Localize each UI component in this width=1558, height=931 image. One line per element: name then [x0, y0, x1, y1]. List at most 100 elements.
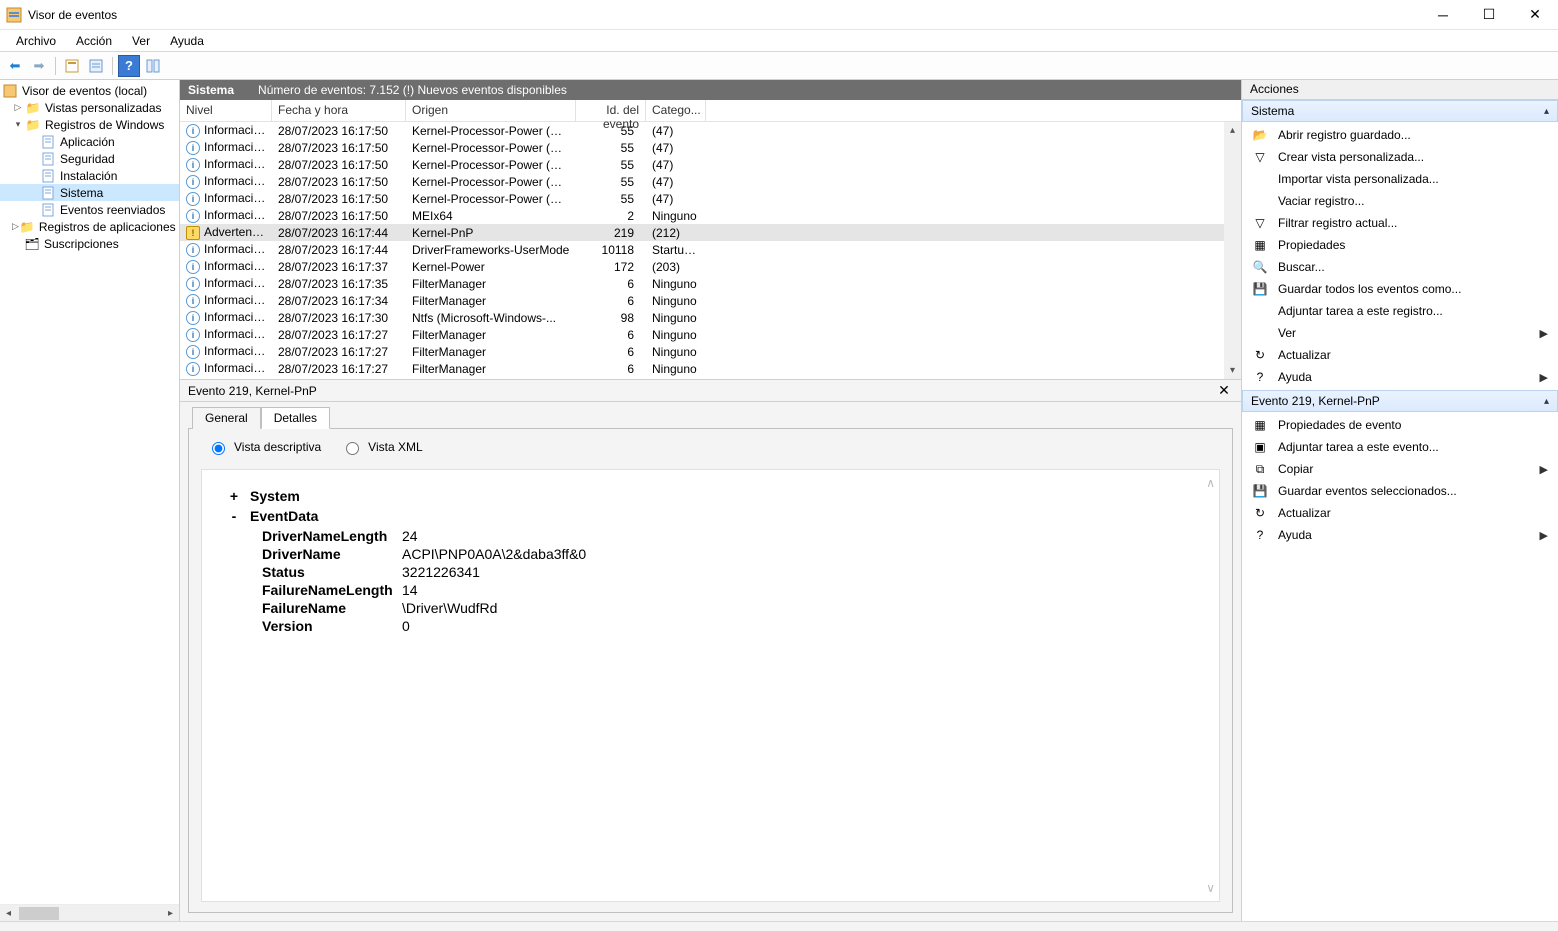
collapse-icon[interactable]: ▾ — [12, 119, 24, 131]
grid-body[interactable]: iInformación28/07/2023 16:17:50Kernel-Pr… — [180, 122, 1241, 377]
action-icon — [1252, 303, 1268, 319]
tree-hscrollbar[interactable]: ◂ ▸ — [0, 904, 179, 921]
tree-regwin[interactable]: ▾ 📁 Registros de Windows — [0, 116, 179, 133]
event-row[interactable]: iInformación28/07/2023 16:17:50Kernel-Pr… — [180, 190, 1241, 207]
nav-tree[interactable]: Visor de eventos (local) ▷ 📁 Vistas pers… — [0, 80, 179, 904]
action-item[interactable]: Vaciar registro... — [1242, 190, 1558, 212]
details-content[interactable]: + System - EventData DriverNameLength24D… — [201, 469, 1220, 902]
details-header: Evento 219, Kernel-PnP ✕ — [180, 380, 1241, 402]
actions-section-event[interactable]: Evento 219, Kernel-PnP ▴ — [1242, 390, 1558, 412]
back-button[interactable]: ⬅ — [4, 55, 26, 77]
tree-aplicacion[interactable]: Aplicación — [0, 133, 179, 150]
scroll-down-icon[interactable]: ▾ — [1224, 362, 1241, 379]
actions-section-sistema[interactable]: Sistema ▴ — [1242, 100, 1558, 122]
action-label: Guardar todos los eventos como... — [1278, 282, 1461, 296]
properties-button[interactable] — [85, 55, 107, 77]
event-row[interactable]: iInformación28/07/2023 16:17:50Kernel-Pr… — [180, 139, 1241, 156]
info-icon: i — [186, 209, 200, 223]
show-tree-button[interactable] — [61, 55, 83, 77]
action-item[interactable]: 💾 Guardar todos los eventos como... — [1242, 278, 1558, 300]
event-grid[interactable]: Nivel Fecha y hora Origen Id. del evento… — [180, 100, 1241, 380]
event-row[interactable]: iInformación28/07/2023 16:17:44DriverFra… — [180, 241, 1241, 258]
menu-archivo[interactable]: Archivo — [8, 32, 64, 50]
event-row[interactable]: iInformación28/07/2023 16:17:50Kernel-Pr… — [180, 173, 1241, 190]
menu-ver[interactable]: Ver — [124, 32, 158, 50]
event-row[interactable]: iInformación28/07/2023 16:17:27FilterMan… — [180, 360, 1241, 377]
menu-accion[interactable]: Acción — [68, 32, 120, 50]
action-item[interactable]: ▣Adjuntar tarea a este evento... — [1242, 436, 1558, 458]
action-item[interactable]: ?Ayuda▶ — [1242, 524, 1558, 546]
event-row[interactable]: iInformación28/07/2023 16:17:34FilterMan… — [180, 292, 1241, 309]
col-category[interactable]: Catego... — [646, 100, 706, 121]
tree-regapp[interactable]: ▷ 📁 Registros de aplicaciones y servicio… — [0, 218, 179, 235]
forward-button[interactable]: ➡ — [28, 55, 50, 77]
tab-detalles[interactable]: Detalles — [261, 407, 330, 429]
radio-xml-input[interactable] — [346, 442, 359, 455]
tab-general[interactable]: General — [192, 407, 261, 429]
radio-descriptive-input[interactable] — [212, 442, 225, 455]
scroll-up-icon[interactable]: ▴ — [1224, 122, 1241, 139]
minimize-button[interactable]: ─ — [1420, 0, 1466, 30]
scroll-right-icon[interactable]: ▸ — [162, 905, 179, 921]
info-icon: i — [186, 328, 200, 342]
action-icon: 💾 — [1252, 281, 1268, 297]
action-item[interactable]: Ver▶ — [1242, 322, 1558, 344]
close-button[interactable]: ✕ — [1512, 0, 1558, 30]
tree-root[interactable]: Visor de eventos (local) — [0, 82, 179, 99]
event-row[interactable]: iInformación28/07/2023 16:17:50Kernel-Pr… — [180, 156, 1241, 173]
tree-seguridad[interactable]: Seguridad — [0, 150, 179, 167]
col-date[interactable]: Fecha y hora — [272, 100, 406, 121]
radio-descriptive[interactable]: Vista descriptiva — [207, 439, 321, 455]
event-row[interactable]: iInformación28/07/2023 16:17:35FilterMan… — [180, 275, 1241, 292]
action-item[interactable]: ▽Crear vista personalizada... — [1242, 146, 1558, 168]
details-close-button[interactable]: ✕ — [1215, 382, 1233, 400]
event-row[interactable]: iInformación28/07/2023 16:17:50MEIx642Ni… — [180, 207, 1241, 224]
action-item[interactable]: 🔍Buscar... — [1242, 256, 1558, 278]
expand-icon[interactable]: + — [228, 488, 240, 504]
action-icon: ▣ — [1252, 439, 1268, 455]
grid-header[interactable]: Nivel Fecha y hora Origen Id. del evento… — [180, 100, 1241, 122]
expand-icon[interactable]: ▷ — [12, 221, 19, 233]
action-item[interactable]: 💾Guardar eventos seleccionados... — [1242, 480, 1558, 502]
action-item[interactable]: ↻Actualizar — [1242, 344, 1558, 366]
event-row[interactable]: iInformación28/07/2023 16:17:50Kernel-Pr… — [180, 122, 1241, 139]
action-item[interactable]: 📂Abrir registro guardado... — [1242, 124, 1558, 146]
node-system[interactable]: + System — [228, 488, 1201, 504]
action-item[interactable]: ⧉Copiar▶ — [1242, 458, 1558, 480]
menu-ayuda[interactable]: Ayuda — [162, 32, 212, 50]
action-item[interactable]: ▽Filtrar registro actual... — [1242, 212, 1558, 234]
action-item[interactable]: ▦Propiedades de evento — [1242, 414, 1558, 436]
tree-sistema[interactable]: Sistema — [0, 184, 179, 201]
col-eventid[interactable]: Id. del evento — [576, 100, 646, 121]
event-row[interactable]: iInformación28/07/2023 16:17:27FilterMan… — [180, 343, 1241, 360]
col-source[interactable]: Origen — [406, 100, 576, 121]
panes-button[interactable] — [142, 55, 164, 77]
tree-reenviados[interactable]: Eventos reenviados — [0, 201, 179, 218]
event-row[interactable]: !Advertencia28/07/2023 16:17:44Kernel-Pn… — [180, 224, 1241, 241]
event-row[interactable]: iInformación28/07/2023 16:17:30Ntfs (Mic… — [180, 309, 1241, 326]
expand-icon[interactable]: ▷ — [12, 102, 24, 114]
event-row[interactable]: iInformación28/07/2023 16:17:27FilterMan… — [180, 326, 1241, 343]
grid-vscrollbar[interactable]: ▴ ▾ — [1224, 122, 1241, 379]
help-button[interactable]: ? — [118, 55, 140, 77]
collapse-icon[interactable]: ▴ — [1544, 106, 1549, 117]
node-eventdata[interactable]: - EventData DriverNameLength24DriverName… — [228, 508, 1201, 634]
tree-vistas[interactable]: ▷ 📁 Vistas personalizadas — [0, 99, 179, 116]
action-item[interactable]: ▦Propiedades — [1242, 234, 1558, 256]
collapse-icon[interactable]: ▴ — [1544, 396, 1549, 407]
radio-xml[interactable]: Vista XML — [341, 439, 422, 455]
action-item[interactable]: Importar vista personalizada... — [1242, 168, 1558, 190]
tree-instalacion[interactable]: Instalación — [0, 167, 179, 184]
subscriptions-icon: 🗂 — [24, 236, 40, 252]
scroll-left-icon[interactable]: ◂ — [0, 905, 17, 921]
tree-suscripciones[interactable]: 🗂 Suscripciones — [0, 235, 179, 252]
action-item[interactable]: ?Ayuda▶ — [1242, 366, 1558, 388]
action-icon: ↻ — [1252, 505, 1268, 521]
action-item[interactable]: ↻Actualizar — [1242, 502, 1558, 524]
event-row[interactable]: iInformación28/07/2023 16:17:37Kernel-Po… — [180, 258, 1241, 275]
collapse-icon[interactable]: - — [228, 508, 240, 524]
action-label: Importar vista personalizada... — [1278, 172, 1439, 186]
maximize-button[interactable]: ☐ — [1466, 0, 1512, 30]
action-item[interactable]: Adjuntar tarea a este registro... — [1242, 300, 1558, 322]
col-level[interactable]: Nivel — [180, 100, 272, 121]
